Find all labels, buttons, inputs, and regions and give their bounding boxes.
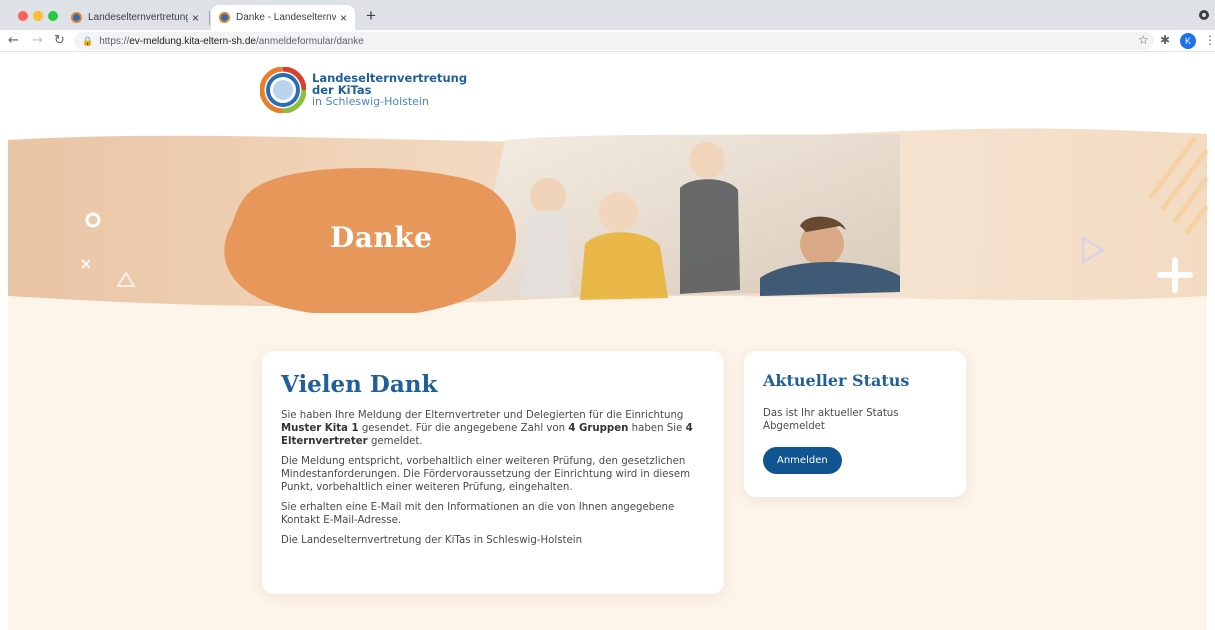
confirmation-text-3: haben Sie: [628, 423, 686, 434]
group-count: 4 Gruppen: [568, 423, 629, 434]
forward-arrow-icon[interactable]: →: [32, 33, 43, 49]
back-arrow-icon[interactable]: ←: [8, 33, 19, 49]
window-zoom-button[interactable]: [48, 11, 58, 21]
url-host: ev-meldung.kita-eltern-sh.de: [129, 35, 256, 47]
browser-tab-bar: Landeselternvertretung der KiTas × Danke…: [0, 0, 1215, 30]
status-value: Abgemeldet: [763, 421, 825, 432]
thank-you-title: Vielen Dank: [281, 371, 438, 398]
profile-avatar[interactable]: K: [1180, 33, 1196, 49]
window-close-button[interactable]: [18, 11, 28, 21]
hero-banner: [8, 128, 1209, 328]
confirmation-text-4: gemeldet.: [367, 436, 423, 447]
url-path: /anmeldeformular/danke: [255, 35, 364, 47]
status-card: Aktueller Status Das ist Ihr aktueller S…: [744, 351, 966, 497]
logo-ring-icon: [260, 67, 306, 113]
email-info-paragraph: Sie erhalten eine E-Mail mit den Informa…: [281, 502, 675, 526]
thank-you-card: Vielen Dank Sie haben Ihre Meldung der E…: [262, 351, 724, 594]
web-page: Landeselternvertretung der KiTas in Schl…: [0, 53, 1215, 630]
browser-toolbar: ← → ↻ 🔒 https://ev-meldung.kita-eltern-s…: [0, 30, 1215, 52]
lock-icon: 🔒: [82, 35, 94, 46]
signature-paragraph: Die Landeselternvertretung der KiTas in …: [281, 535, 583, 546]
status-label: Das ist Ihr aktueller Status: [763, 408, 899, 419]
browser-tab-inactive[interactable]: Landeselternvertretung der KiTas ×: [63, 5, 207, 30]
tab-close-icon[interactable]: ×: [192, 11, 199, 25]
tab-favicon-icon: [71, 12, 82, 23]
status-title: Aktueller Status: [763, 371, 910, 390]
facility-name: Muster Kita 1: [281, 423, 359, 434]
tab-close-icon[interactable]: ×: [340, 11, 347, 25]
tab-title: Landeselternvertretung der KiTas: [88, 12, 188, 23]
bookmark-star-icon[interactable]: ☆: [1138, 33, 1149, 47]
logo-line-3: in Schleswig-Holstein: [312, 95, 429, 108]
hero-title: Danke: [330, 221, 433, 254]
logo-text: Landeselternvertretung der KiTas in Schl…: [312, 72, 467, 108]
anmelden-button[interactable]: Anmelden: [763, 447, 842, 474]
new-tab-button[interactable]: +: [366, 6, 376, 26]
confirmation-text-2: gesendet. Für die angegebene Zahl von: [358, 423, 569, 434]
address-bar[interactable]: 🔒 https://ev-meldung.kita-eltern-sh.de/a…: [74, 32, 1154, 50]
window-minimize-button[interactable]: [33, 11, 43, 21]
browser-record-icon[interactable]: [1199, 10, 1209, 20]
extensions-puzzle-icon[interactable]: ✱: [1160, 33, 1170, 47]
confirmation-paragraph: Sie haben Ihre Meldung der Elternvertret…: [281, 409, 704, 448]
confirmation-text-1: Sie haben Ihre Meldung der Elternvertret…: [281, 410, 684, 421]
reload-icon[interactable]: ↻: [54, 33, 65, 49]
tab-title: Danke - Landeselternvertretung: [236, 12, 336, 23]
requirements-paragraph: Die Meldung entspricht, vorbehaltlich ei…: [281, 456, 691, 493]
browser-tab-active[interactable]: Danke - Landeselternvertretung ×: [211, 5, 355, 30]
url-scheme: https://: [99, 35, 130, 47]
tab-favicon-icon: [219, 12, 230, 23]
tab-divider: [209, 11, 210, 25]
site-logo[interactable]: Landeselternvertretung der KiTas in Schl…: [260, 67, 467, 113]
browser-menu-icon[interactable]: ⋮: [1204, 33, 1215, 47]
